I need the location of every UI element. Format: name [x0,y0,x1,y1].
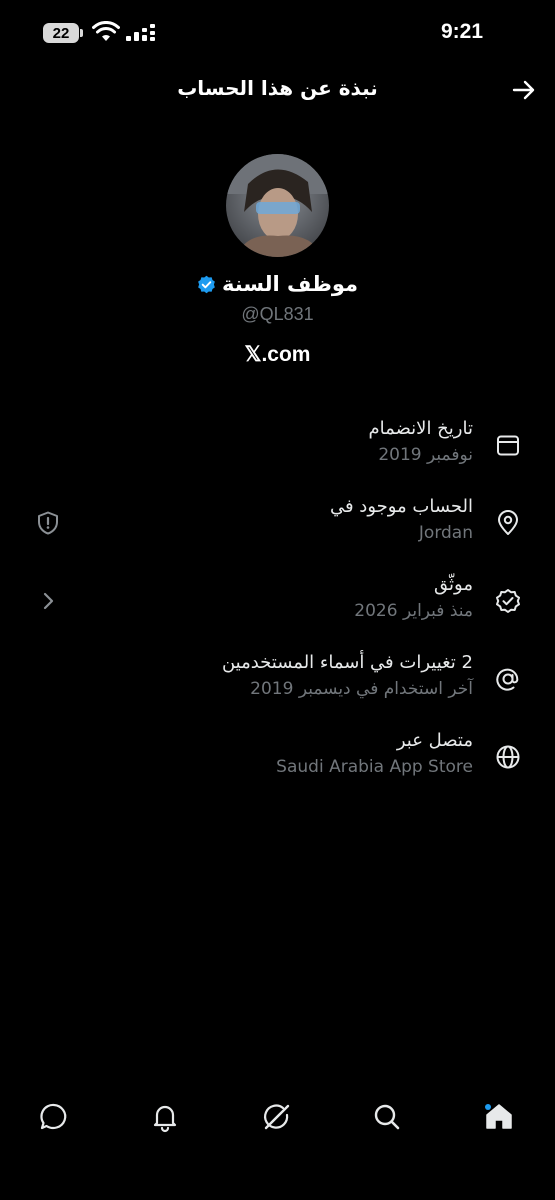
wifi-icon [92,21,120,41]
avatar-image [226,154,329,257]
profile-handle: @QL831 [241,304,314,324]
info-value: Jordan [418,523,473,543]
notifications-icon[interactable] [149,1101,181,1133]
arrow-right-icon[interactable] [511,77,537,103]
verified-badge-icon [198,275,215,293]
battery-indicator: 22 [43,23,79,43]
at-sign-icon [496,668,519,691]
info-label: 2 تغييرات في أسماء المستخدمين [221,652,473,673]
header: نبذة عن هذا الحساب [0,66,555,114]
location-pin-icon [498,510,518,535]
info-value: نوفمبر 2019 [378,445,473,465]
info-row-verified[interactable]: موثّق منذ فبراير 2026 [0,572,555,636]
clock: 9:21 [440,20,483,43]
chevron-right-icon[interactable] [35,588,61,614]
verified-badge-icon [496,589,520,613]
info-row-connected-via: متصل عبر Saudi Arabia App Store [0,728,555,792]
messages-icon[interactable] [38,1101,70,1133]
battery-tip [80,29,83,37]
home-notification-dot [485,1104,491,1110]
profile-name: موظف السنة [221,272,359,296]
status-bar: 22 9:21 [0,0,555,66]
avatar[interactable] [226,154,329,257]
info-value: آخر استخدام في ديسمبر 2019 [250,679,473,699]
page-title: نبذة عن هذا الحساب [177,76,378,100]
info-value: منذ فبراير 2026 [354,601,473,621]
info-label: الحساب موجود في [329,496,473,517]
bottom-navigation [0,1060,555,1200]
profile-website-link[interactable]: 𝕏.com [0,342,555,367]
grok-icon[interactable] [261,1101,293,1133]
info-label: تاريخ الانضمام [368,418,473,439]
info-label: متصل عبر [396,730,473,751]
info-row-username-changes: 2 تغييرات في أسماء المستخدمين آخر استخدا… [0,650,555,714]
info-label: موثّق [434,574,473,595]
info-row-join-date: تاريخ الانضمام نوفمبر 2019 [0,416,555,480]
info-value: Saudi Arabia App Store [276,757,473,777]
calendar-icon [497,435,519,456]
globe-icon [496,745,520,769]
info-row-location: الحساب موجود في Jordan [0,494,555,558]
shield-icon[interactable] [35,510,61,536]
battery-level: 22 [52,24,70,42]
search-icon[interactable] [371,1101,403,1133]
cellular-signal-icon [126,24,155,41]
profile-name-row: موظف السنة [0,272,555,296]
